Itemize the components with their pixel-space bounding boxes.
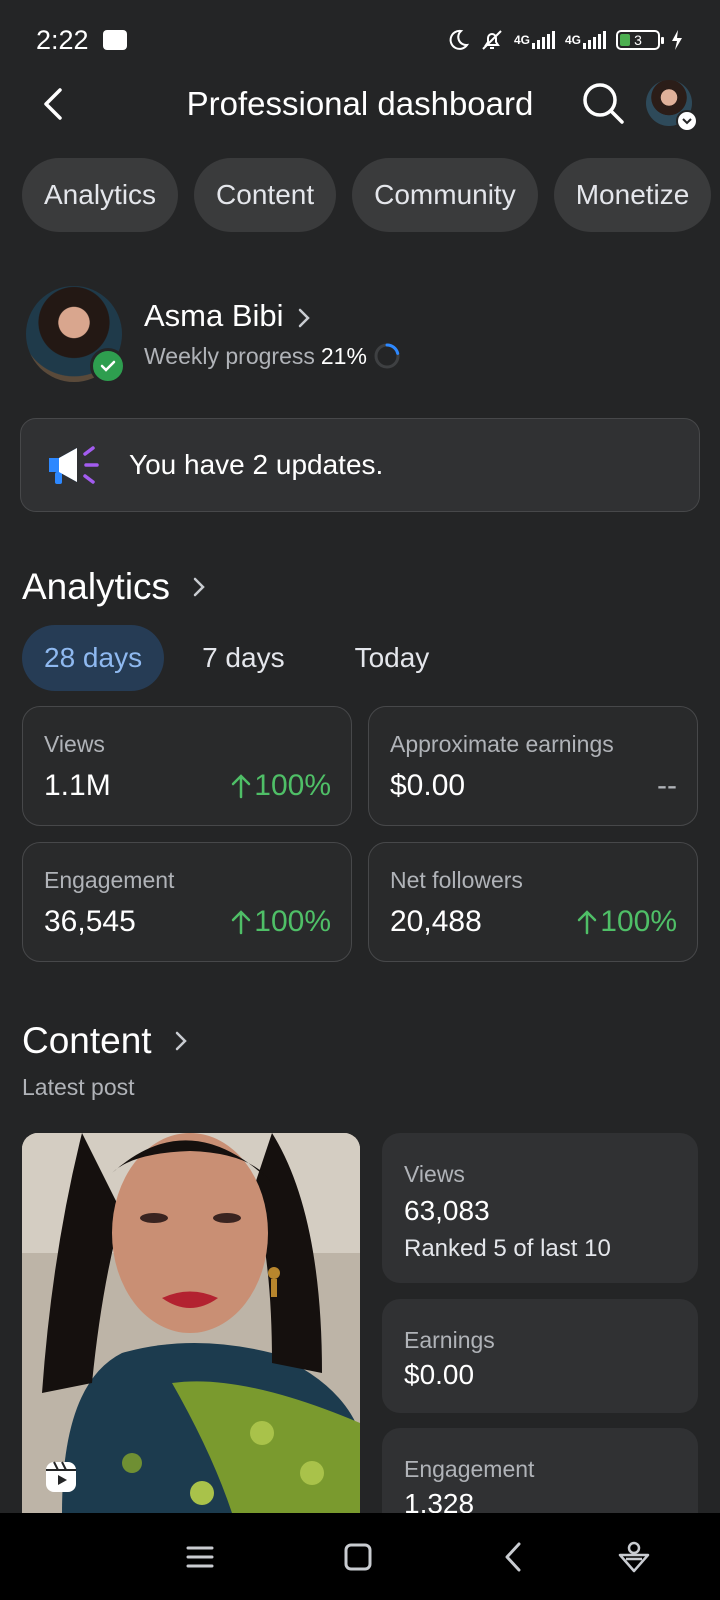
chevron-right-icon xyxy=(296,306,312,335)
weekly-progress-label: Weekly progress xyxy=(144,342,315,369)
stat-change: 100% xyxy=(230,769,331,803)
search-icon xyxy=(583,83,624,124)
stat-label: Views xyxy=(44,731,105,757)
post-rank: Ranked 5 of last 10 xyxy=(404,1235,611,1262)
tab-community[interactable]: Community xyxy=(352,158,538,232)
stat-change: 100% xyxy=(230,905,331,939)
checkmark-icon xyxy=(90,348,126,384)
profile-summary[interactable]: Asma Bibi Weekly progress 21% xyxy=(26,286,706,384)
post-stat-value: 63,083 xyxy=(404,1195,490,1226)
system-navigation-bar xyxy=(0,1513,720,1600)
assistant-button[interactable] xyxy=(616,1539,652,1575)
range-28-days[interactable]: 28 days xyxy=(22,625,165,691)
stat-value: 1.1M xyxy=(44,769,111,802)
post-stat-value: $0.00 xyxy=(404,1359,475,1390)
stat-card-net-followers[interactable]: Net followers 20,488 100% xyxy=(368,842,698,962)
home-button[interactable] xyxy=(340,1539,376,1575)
latest-post-thumbnail[interactable] xyxy=(22,1133,360,1513)
weekly-progress: Weekly progress 21% xyxy=(144,342,401,370)
account-switcher-avatar[interactable] xyxy=(646,80,698,132)
menu-button[interactable] xyxy=(182,1539,218,1575)
latest-post-label: Latest post xyxy=(22,1074,135,1100)
arrow-up-icon xyxy=(232,910,251,935)
nav-back-button[interactable] xyxy=(496,1539,532,1575)
back-arrow-icon xyxy=(505,1542,521,1572)
stat-card-approximate-earnings[interactable]: Approximate earnings $0.00 -- xyxy=(368,706,698,826)
arrow-up-icon xyxy=(578,910,597,935)
stat-card-views[interactable]: Views 1.1M 100% xyxy=(22,706,352,826)
stat-label: Approximate earnings xyxy=(390,731,614,757)
stat-label: Engagement xyxy=(44,867,175,893)
stat-value: 20,488 xyxy=(390,905,482,938)
tab-analytics[interactable]: Analytics xyxy=(22,158,179,232)
post-stat-label: Views xyxy=(404,1161,465,1187)
profile-name[interactable]: Asma Bibi xyxy=(144,298,284,334)
megaphone-icon xyxy=(49,446,99,484)
arrow-up-icon xyxy=(232,774,251,799)
content-title: Content xyxy=(22,1020,152,1061)
signal-icon-2: 4G xyxy=(565,31,606,49)
analytics-section-header[interactable]: Analytics xyxy=(22,566,206,608)
status-time: 2:22 xyxy=(36,24,89,55)
menu-icon xyxy=(186,1546,214,1568)
analytics-title: Analytics xyxy=(22,566,171,607)
updates-banner[interactable]: You have 2 updates. xyxy=(20,418,700,512)
stat-label: Net followers xyxy=(390,867,523,893)
post-image xyxy=(22,1133,360,1513)
post-stat-label: Earnings xyxy=(404,1327,495,1353)
top-app-bar: Professional dashboard xyxy=(0,72,720,136)
range-today[interactable]: Today xyxy=(333,625,452,691)
chevron-right-icon xyxy=(193,577,205,597)
post-views-card[interactable]: Views 63,083 Ranked 5 of last 10 xyxy=(382,1133,698,1283)
assistant-icon xyxy=(618,1541,650,1573)
updates-text: You have 2 updates. xyxy=(129,449,384,480)
mute-bell-icon xyxy=(480,28,504,52)
reels-icon xyxy=(44,1460,78,1494)
stat-change: 100% xyxy=(576,905,677,939)
home-square-icon xyxy=(344,1543,372,1571)
post-earnings-card[interactable]: Earnings $0.00 xyxy=(382,1299,698,1413)
range-7-days[interactable]: 7 days xyxy=(180,625,307,691)
moon-icon xyxy=(446,28,470,52)
post-stat-label: Engagement xyxy=(404,1456,535,1482)
stat-value: 36,545 xyxy=(44,905,136,938)
signal-icon-1: 4G xyxy=(514,31,555,49)
chevron-right-icon xyxy=(175,1031,187,1051)
dashboard-tabs: Analytics Content Community Monetize xyxy=(22,158,712,232)
stat-value: $0.00 xyxy=(390,769,466,802)
chevron-down-icon xyxy=(676,110,698,132)
stat-card-engagement[interactable]: Engagement 36,545 100% xyxy=(22,842,352,962)
content-section-header[interactable]: Content xyxy=(22,1020,188,1062)
tab-content[interactable]: Content xyxy=(194,158,337,232)
progress-ring-icon xyxy=(374,343,400,369)
date-range-selector: 28 days 7 days Today xyxy=(22,625,465,691)
search-button[interactable] xyxy=(580,80,626,126)
charging-icon xyxy=(670,29,684,51)
notification-app-icon xyxy=(102,30,127,50)
tab-monetize[interactable]: Monetize xyxy=(553,158,712,232)
status-bar: 2:22 4G 4G 3 xyxy=(0,0,720,80)
battery-icon: 3 xyxy=(616,30,664,50)
stat-change: -- xyxy=(657,769,677,802)
weekly-progress-value: 21% xyxy=(320,342,367,369)
